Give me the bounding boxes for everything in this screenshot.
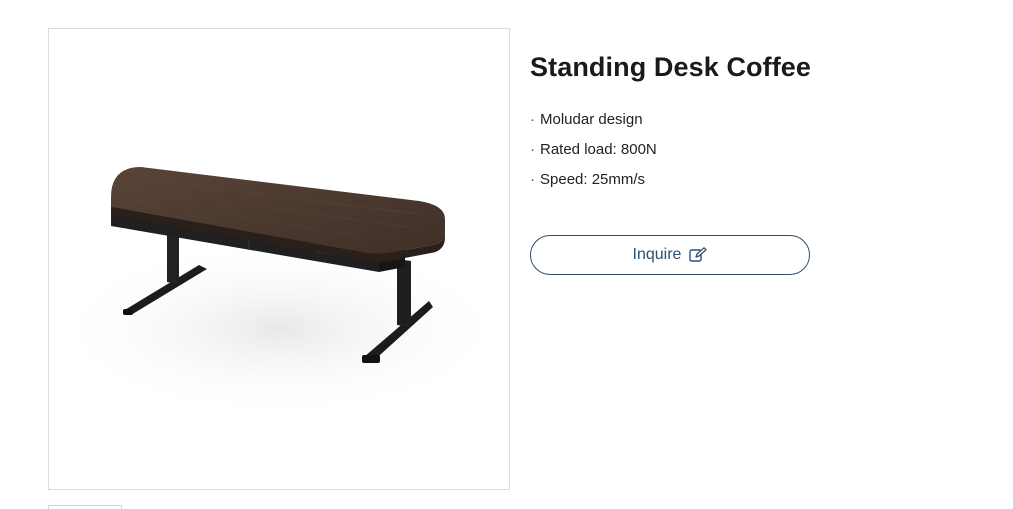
inquire-label: Inquire <box>632 246 682 263</box>
feature-item: · Moludar design <box>530 110 657 140</box>
feature-text: Rated load: 800N <box>540 141 657 158</box>
product-image <box>49 167 509 419</box>
product-page: Standing Desk Coffee · Moludar design · Ra… <box>0 0 1013 509</box>
bullet: · <box>530 171 535 188</box>
bullet: · <box>530 141 535 158</box>
edit-icon <box>689 247 708 263</box>
feature-item: · Speed: 25mm/s <box>530 170 657 200</box>
feature-list: · Moludar design · Rated load: 800N · Speed… <box>530 110 657 200</box>
feature-text: Moludar design <box>540 111 643 128</box>
product-image-frame[interactable] <box>48 28 510 490</box>
inquire-button[interactable]: Inquire <box>530 235 810 275</box>
thumbnail[interactable] <box>48 505 122 509</box>
product-title: Standing Desk Coffee <box>530 52 812 82</box>
bullet: · <box>530 111 535 128</box>
feature-text: Speed: 25mm/s <box>540 171 646 188</box>
feature-item: · Rated load: 800N <box>530 140 657 170</box>
